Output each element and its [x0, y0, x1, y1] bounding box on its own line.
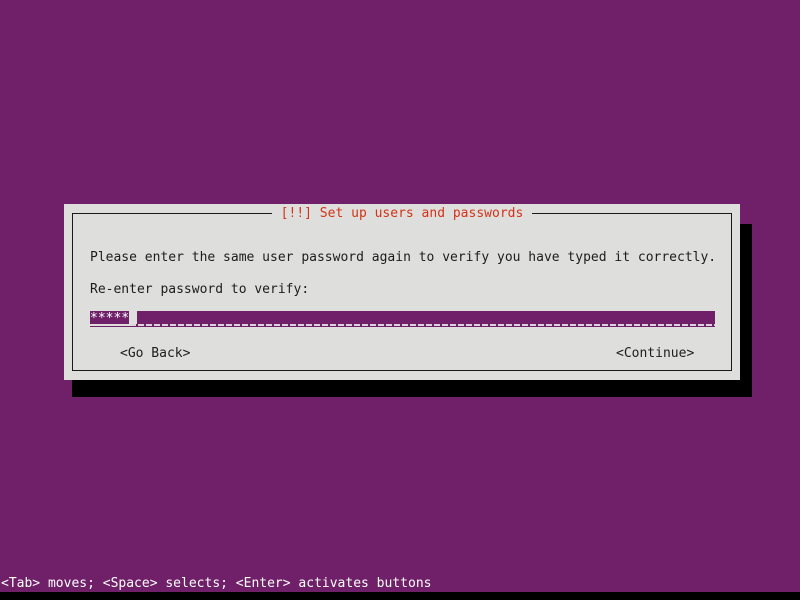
go-back-button[interactable]: <Go Back>	[120, 346, 190, 362]
continue-button[interactable]: <Continue>	[616, 346, 694, 362]
password-field-underline-gap	[90, 324, 132, 326]
prompt-text: Please enter the same user password agai…	[90, 250, 717, 265]
installer-screen: Please enter the same user password agai…	[0, 0, 800, 600]
password-field-underline	[90, 324, 715, 326]
dialog-inner-panel: Please enter the same user password agai…	[72, 213, 732, 371]
setup-dialog: Please enter the same user password agai…	[64, 204, 740, 380]
password-field-label: Re-enter password to verify:	[90, 282, 310, 297]
bottom-black-bar	[0, 592, 800, 600]
status-bar: <Tab> moves; <Space> selects; <Enter> ac…	[0, 576, 800, 592]
